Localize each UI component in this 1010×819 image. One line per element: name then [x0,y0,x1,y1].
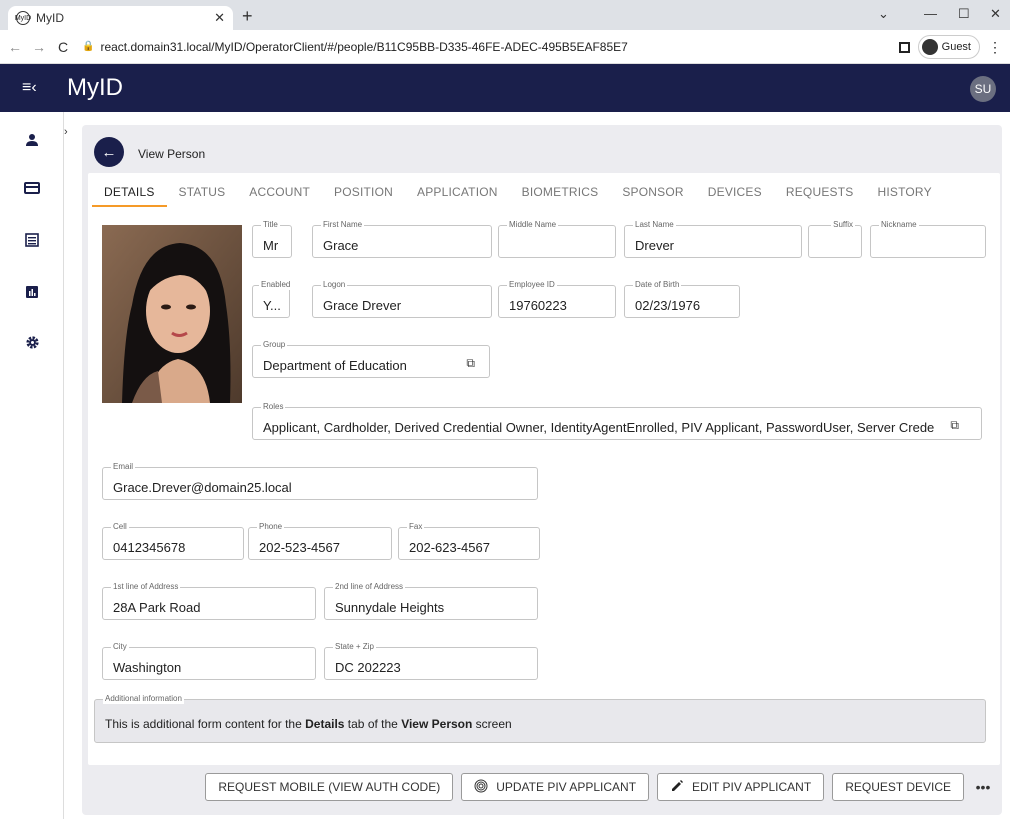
tab-biometrics[interactable]: BIOMETRICS [510,185,611,207]
forward-arrow-icon[interactable]: → [30,39,48,55]
reload-icon[interactable]: C [54,39,72,55]
details-card: DETAILS STATUS ACCOUNT POSITION APPLICAT… [88,173,1000,765]
request-device-button[interactable]: REQUEST DEVICE [832,773,964,801]
tab-position[interactable]: POSITION [322,185,405,207]
date-of-birth-field[interactable]: Date of Birth 02/23/1976 [624,280,740,318]
tab-requests[interactable]: REQUESTS [774,185,866,207]
roles-field[interactable]: Roles Applicant, Cardholder, Derived Cre… [252,402,982,440]
minimize-icon[interactable]: — [924,6,937,21]
side-panel-icon[interactable] [898,41,910,53]
tab-bar: DETAILS STATUS ACCOUNT POSITION APPLICAT… [92,185,944,207]
address-line1-field[interactable]: 1st line of Address 28A Park Road [102,582,316,620]
back-arrow-icon[interactable]: ← [6,39,24,55]
close-icon[interactable]: ✕ [214,10,225,26]
state-zip-field[interactable]: State + Zip DC 202223 [324,642,538,680]
address-bar: ← → C 🔒 react.domain31.local/MyID/Operat… [0,30,1010,64]
person-photo [102,225,242,403]
tab-application[interactable]: APPLICATION [405,185,510,207]
main-panel: ← View Person DETAILS STATUS ACCOUNT POS… [82,125,1002,815]
myid-favicon: MyID [15,11,31,25]
back-button[interactable]: ← [94,137,124,167]
action-bar: REQUEST MOBILE (VIEW AUTH CODE) UPDATE P… [205,773,994,801]
reports-nav-icon[interactable] [18,278,46,306]
nickname-field[interactable]: Nickname [870,220,986,258]
employee-id-field[interactable]: Employee ID 19760223 [498,280,616,318]
request-mobile-button[interactable]: REQUEST MOBILE (VIEW AUTH CODE) [205,773,454,801]
enabled-field[interactable]: Enabled Y... [252,280,293,318]
more-actions-icon[interactable]: ••• [972,779,994,795]
tab-devices[interactable]: DEVICES [696,185,774,207]
profile-avatar-icon [921,39,938,55]
browser-tab-title: MyID [36,11,64,25]
title-field[interactable]: Title Mr [252,220,292,258]
fingerprint-icon [474,779,488,796]
left-nav [0,112,64,819]
url-field[interactable]: 🔒 react.domain31.local/MyID/OperatorClie… [82,40,628,54]
chevron-right-icon[interactable]: › [64,126,68,138]
tab-history[interactable]: HISTORY [865,185,943,207]
card-nav-icon[interactable] [18,174,46,202]
pencil-icon [670,779,684,796]
middle-name-field[interactable]: Middle Name [498,220,616,258]
url-text: react.domain31.local/MyID/OperatorClient… [100,39,628,54]
window-close-icon[interactable]: ✕ [990,6,1001,22]
people-nav-icon[interactable] [18,126,46,154]
menu-collapse-icon[interactable]: ≡‹ [22,79,42,97]
app-header: ≡‹ MyID SU [0,64,1010,112]
suffix-field[interactable]: Suffix [808,220,862,258]
email-field[interactable]: Email Grace.Drever@domain25.local [102,462,538,500]
browser-tab[interactable]: MyID MyID ✕ [8,6,233,30]
app-brand: MyID [67,74,123,101]
page-title: View Person [138,147,206,161]
address-line2-field[interactable]: 2nd line of Address Sunnydale Heights [324,582,538,620]
phone-field[interactable]: Phone 202-523-4567 [248,522,392,560]
lock-icon: 🔒 [82,41,95,52]
additional-information-box: Additional information This is additiona… [94,694,986,743]
last-name-field[interactable]: Last Name Drever [624,220,802,258]
browser-menu-icon[interactable]: ⋮ [988,39,1002,56]
tab-account[interactable]: ACCOUNT [237,185,322,207]
profile-label: Guest [941,41,971,53]
tab-status[interactable]: STATUS [167,185,238,207]
user-avatar[interactable]: SU [970,76,996,102]
profile-button[interactable]: Guest [917,35,980,59]
cell-field[interactable]: Cell 0412345678 [102,522,244,560]
maximize-icon[interactable]: ☐ [958,6,970,22]
tab-details[interactable]: DETAILS [92,185,167,207]
first-name-field[interactable]: First Name Grace [312,220,492,258]
logon-field[interactable]: Logon Grace Drever [312,280,492,318]
browser-tabstrip: MyID MyID ✕ + ⌄ — ☐ ✕ [0,0,1010,30]
city-field[interactable]: City Washington [102,642,316,680]
gear-icon[interactable] [18,328,46,356]
additional-information-text: This is additional form content for the … [105,717,512,731]
open-roles-icon[interactable]: ⧉ [950,418,959,433]
chevron-down-icon[interactable]: ⌄ [878,6,889,22]
arrow-left-icon: ← [101,143,117,161]
open-group-icon[interactable]: ⧉ [466,356,475,371]
new-tab-icon[interactable]: + [242,6,253,27]
update-piv-applicant-button[interactable]: UPDATE PIV APPLICANT [461,773,650,801]
fax-field[interactable]: Fax 202-623-4567 [398,522,540,560]
tab-sponsor[interactable]: SPONSOR [610,185,695,207]
edit-piv-applicant-button[interactable]: EDIT PIV APPLICANT [657,773,825,801]
group-field[interactable]: Group Department of Education ⧉ [252,340,490,378]
list-nav-icon[interactable] [18,226,46,254]
